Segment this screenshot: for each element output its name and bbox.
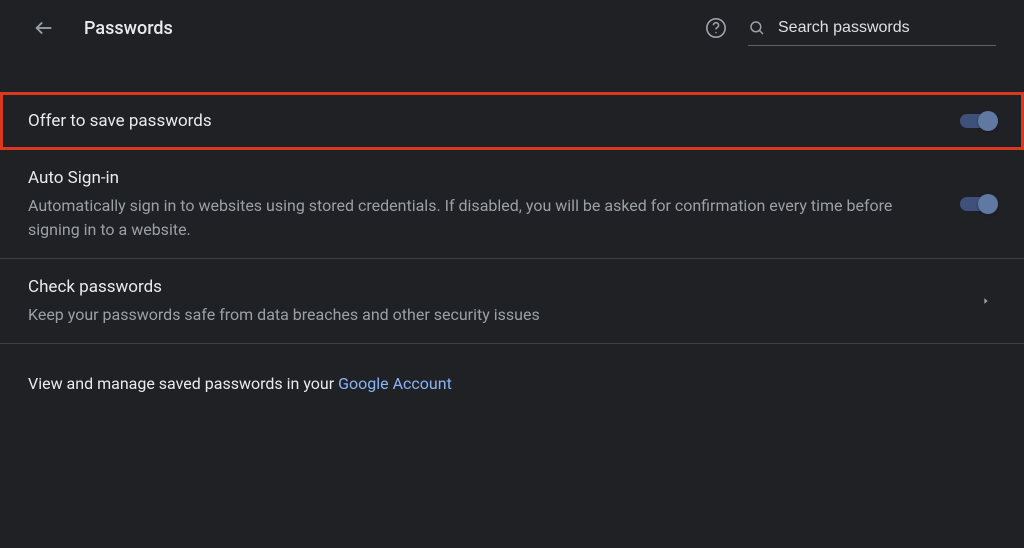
footer-text: View and manage saved passwords in your … (0, 344, 1024, 423)
search-icon (748, 18, 766, 38)
google-account-link[interactable]: Google Account (338, 374, 452, 393)
chevron-right-icon (976, 291, 996, 311)
header: Passwords (0, 0, 1024, 56)
back-button[interactable] (32, 16, 56, 40)
settings-list: Offer to save passwords Auto Sign-in Aut… (0, 92, 1024, 423)
row-check-passwords[interactable]: Check passwords Keep your passwords safe… (0, 259, 1024, 344)
toggle-auto-signin[interactable] (960, 197, 996, 211)
row-label: Offer to save passwords (28, 109, 944, 133)
row-desc: Keep your passwords safe from data breac… (28, 303, 960, 327)
search-input[interactable] (776, 18, 996, 38)
page-title: Passwords (84, 18, 173, 39)
row-label: Check passwords (28, 275, 960, 299)
toggle-offer-save-passwords[interactable] (960, 114, 996, 128)
help-button[interactable] (698, 10, 734, 46)
row-label: Auto Sign-in (28, 166, 944, 190)
footer-prefix: View and manage saved passwords in your (28, 374, 338, 393)
row-desc: Automatically sign in to websites using … (28, 194, 944, 242)
help-icon (705, 17, 727, 39)
row-auto-signin[interactable]: Auto Sign-in Automatically sign in to we… (0, 150, 1024, 259)
search-field[interactable] (748, 10, 996, 46)
arrow-left-icon (33, 17, 55, 39)
row-offer-save-passwords[interactable]: Offer to save passwords (0, 92, 1024, 150)
